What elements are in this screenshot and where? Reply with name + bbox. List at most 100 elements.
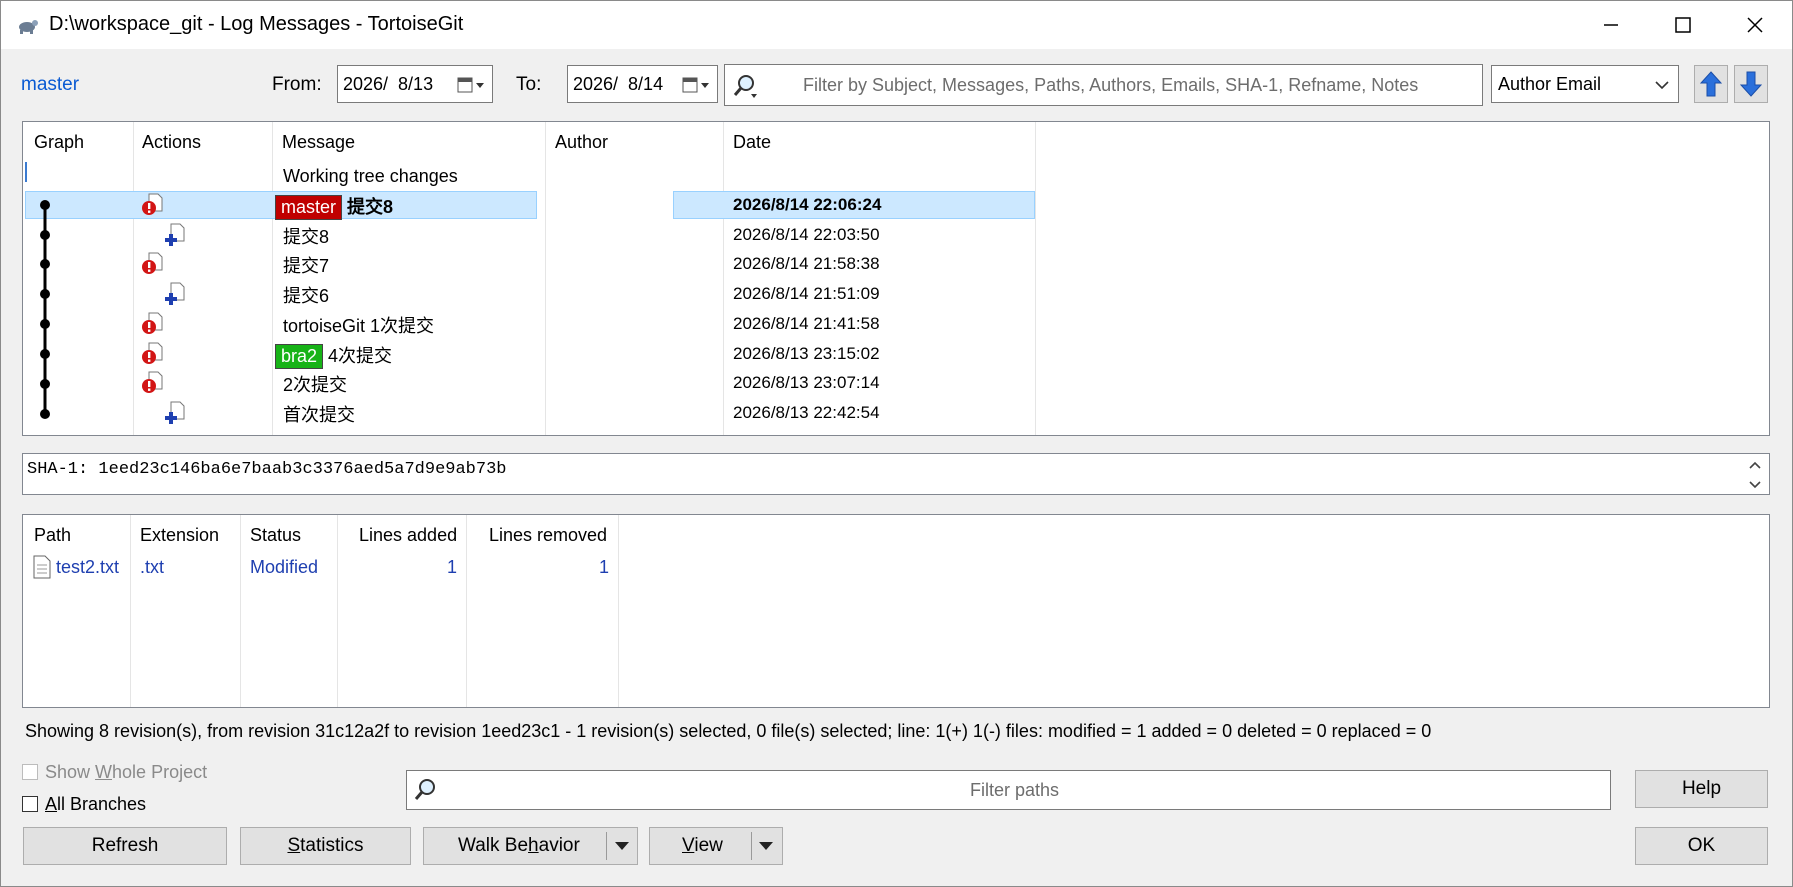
column-header-lines-added[interactable]: Lines added — [359, 525, 457, 546]
tortoise-icon — [19, 20, 38, 34]
column-divider — [618, 515, 619, 707]
from-date-value: 2026/ 8/13 — [343, 73, 434, 94]
column-divider — [466, 515, 467, 707]
search-icon[interactable] — [413, 777, 439, 803]
commit-detail[interactable]: SHA-1: 1eed23c146ba6e7baab3c3376aed5a7d9… — [22, 453, 1770, 495]
all-branches-label: All Branches — [45, 794, 146, 815]
maximize-button[interactable] — [1647, 1, 1719, 49]
column-header-path[interactable]: Path — [34, 525, 71, 546]
scroll-arrows-icon[interactable] — [1747, 458, 1763, 492]
show-whole-project-label: Show Whole Project — [45, 762, 207, 783]
file-modified-icon — [141, 371, 165, 401]
changed-files-list[interactable]: Path Extension Status Lines added Lines … — [22, 514, 1770, 708]
commit-date: 2026/8/14 21:51:09 — [733, 284, 880, 303]
status-text: Showing 8 revision(s), from revision 31c… — [25, 721, 1432, 741]
column-divider — [133, 122, 134, 435]
commit-date: 2026/8/13 23:07:14 — [733, 373, 880, 392]
to-date-value: 2026/ 8/14 — [573, 73, 664, 94]
label-part: Show — [45, 762, 96, 782]
label-part: S — [287, 835, 301, 856]
view-button[interactable]: View — [649, 827, 783, 865]
split-divider — [606, 832, 607, 860]
sha-text: SHA-1: 1eed23c146ba6e7baab3c3376aed5a7d9… — [27, 460, 507, 479]
split-divider — [751, 832, 752, 860]
commit-message-text: 提交8 — [342, 197, 394, 217]
file-lines-removed: 1 — [599, 557, 610, 577]
close-button[interactable] — [1719, 1, 1791, 49]
label-part: V — [682, 835, 695, 856]
column-header-message[interactable]: Message — [282, 132, 355, 153]
file-lines-added: 1 — [447, 557, 458, 577]
commit-message: tortoiseGit 1次提交 — [283, 312, 434, 338]
commit-message-text: 提交7 — [283, 256, 330, 276]
label-part: iew — [694, 835, 723, 856]
file-modified-icon — [141, 193, 165, 223]
column-header-status[interactable]: Status — [250, 525, 301, 546]
search-icon[interactable] — [731, 73, 761, 99]
commit-message: bra2 4次提交 — [275, 342, 392, 369]
to-date-picker[interactable]: 2026/ 8/14 — [567, 65, 718, 103]
label-part: hole Project — [112, 762, 208, 782]
maximize-icon — [1675, 17, 1691, 33]
minimize-button[interactable] — [1575, 1, 1647, 49]
calendar-dropdown-icon[interactable] — [456, 75, 486, 95]
file-added-icon — [163, 282, 187, 312]
branch-link[interactable]: master — [21, 74, 79, 96]
commit-message: 首次提交 — [283, 401, 355, 427]
minimize-icon — [1604, 24, 1618, 26]
all-branches-checkbox[interactable] — [22, 796, 38, 812]
arrow-up-icon — [1700, 71, 1722, 97]
commit-date: 2026/8/14 22:06:24 — [733, 195, 882, 214]
file-path: test2.txt — [56, 557, 120, 577]
from-label: From: — [272, 74, 322, 95]
sort-down-button[interactable] — [1734, 65, 1768, 103]
sort-up-button[interactable] — [1694, 65, 1728, 103]
file-status: Modified — [250, 557, 319, 577]
statistics-button[interactable]: Statistics — [240, 827, 411, 865]
show-whole-project-checkbox[interactable] — [22, 764, 38, 780]
label-part: Walk Be — [458, 835, 529, 856]
filter-paths-input[interactable]: Filter paths — [406, 770, 1611, 810]
commit-graph — [40, 200, 50, 419]
help-button[interactable]: Help — [1635, 770, 1768, 808]
filter-field-select[interactable]: Author Email — [1491, 65, 1679, 103]
file-modified-icon — [141, 252, 165, 282]
ok-button[interactable]: OK — [1635, 827, 1768, 865]
working-tree-row[interactable]: Working tree changes — [283, 166, 458, 187]
column-header-lines-removed[interactable]: Lines removed — [489, 525, 607, 546]
column-divider — [1035, 122, 1036, 435]
refresh-button[interactable]: Refresh — [23, 827, 227, 865]
commit-date: 2026/8/14 21:41:58 — [733, 314, 880, 333]
commit-message: 提交7 — [283, 252, 329, 278]
column-header-author[interactable]: Author — [555, 132, 608, 153]
column-header-extension[interactable]: Extension — [140, 525, 219, 546]
window-title: D:\workspace_git - Log Messages - Tortoi… — [49, 13, 464, 35]
commit-date: 2026/8/13 23:15:02 — [733, 344, 880, 363]
file-modified-icon — [141, 342, 165, 372]
column-header-date[interactable]: Date — [733, 132, 771, 153]
walk-behavior-button[interactable]: Walk Behavior — [423, 827, 638, 865]
log-list[interactable]: Graph Actions Message Author Date Workin… — [22, 121, 1770, 436]
calendar-dropdown-icon[interactable] — [681, 75, 711, 95]
commit-message-text: 提交6 — [283, 286, 330, 306]
column-divider — [545, 122, 546, 435]
from-date-picker[interactable]: 2026/ 8/13 — [337, 65, 493, 103]
title-bar[interactable]: D:\workspace_git - Log Messages - Tortoi… — [1, 1, 1792, 49]
caret-down-icon[interactable] — [614, 841, 630, 851]
log-filter-placeholder: Filter by Subject, Messages, Paths, Auth… — [803, 75, 1419, 95]
filter-field-value: Author Email — [1498, 73, 1602, 94]
commit-message-text: 提交8 — [283, 227, 330, 247]
file-added-icon — [163, 401, 187, 431]
file-modified-icon — [141, 312, 165, 342]
log-filter-input[interactable]: Filter by Subject, Messages, Paths, Auth… — [724, 64, 1483, 106]
log-window: D:\workspace_git - Log Messages - Tortoi… — [0, 0, 1793, 887]
column-divider — [130, 515, 131, 707]
label-part: W — [95, 762, 113, 782]
ref-label-bra2[interactable]: bra2 — [275, 344, 324, 369]
caret-down-icon[interactable] — [758, 841, 774, 851]
commit-message-text: tortoiseGit 1次提交 — [283, 316, 435, 336]
commit-date: 2026/8/13 22:42:54 — [733, 403, 880, 422]
ref-label-master[interactable]: master — [275, 195, 343, 220]
column-header-actions[interactable]: Actions — [142, 132, 201, 153]
arrow-down-icon — [1740, 71, 1762, 97]
